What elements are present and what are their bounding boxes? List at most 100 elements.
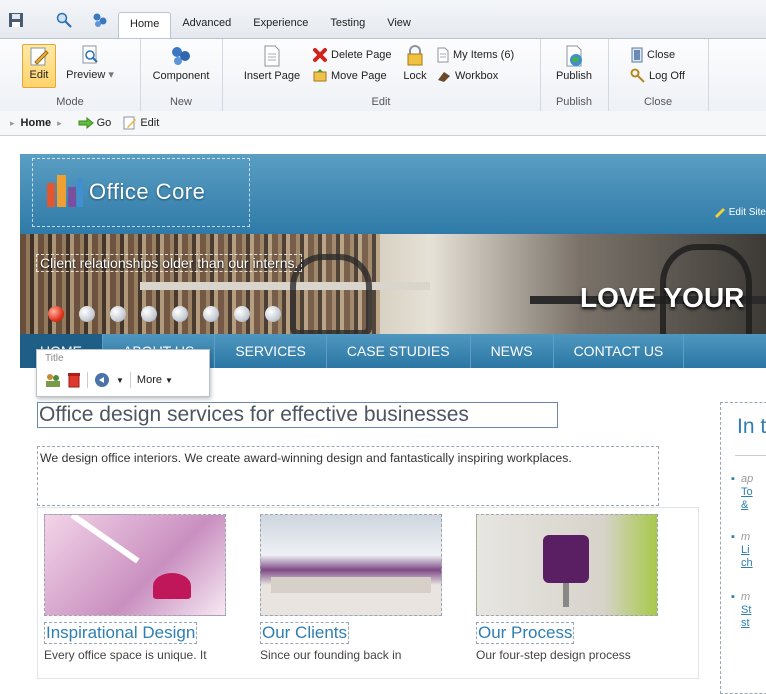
slider-dot[interactable] bbox=[141, 306, 157, 322]
go-button[interactable]: Go bbox=[78, 117, 112, 129]
ribbon: Edit Preview ▾ Mode Component New Insert… bbox=[0, 38, 766, 112]
preview-button[interactable]: Preview ▾ bbox=[62, 44, 118, 81]
logo-icon bbox=[47, 175, 83, 207]
card-image-chair bbox=[543, 535, 589, 583]
card-image[interactable] bbox=[476, 514, 658, 616]
component-button[interactable]: Component bbox=[148, 44, 214, 82]
delete-icon[interactable] bbox=[67, 372, 81, 388]
tab-experience[interactable]: Experience bbox=[242, 12, 319, 38]
slider-dot[interactable] bbox=[110, 306, 126, 322]
sidebar-item-meta: m bbox=[741, 531, 751, 543]
group-label-mode: Mode bbox=[56, 96, 84, 108]
delete-page-button[interactable]: Delete Page bbox=[312, 47, 392, 63]
nav-contact-us[interactable]: CONTACT US bbox=[554, 334, 685, 368]
sidebar-item-link[interactable]: ch bbox=[741, 557, 753, 569]
slider-dot[interactable] bbox=[234, 306, 250, 322]
sidebar-item-link[interactable]: To bbox=[741, 486, 753, 498]
navigate-icon[interactable] bbox=[94, 372, 110, 388]
edit-site-link[interactable]: Edit Site bbox=[714, 206, 766, 218]
chevron-down-icon[interactable]: ▼ bbox=[116, 376, 124, 385]
edit-mode-button[interactable]: Edit bbox=[22, 44, 56, 88]
card-title[interactable]: Our Clients bbox=[260, 622, 350, 644]
insert-page-button[interactable]: Insert Page bbox=[242, 44, 302, 82]
key-icon bbox=[630, 68, 645, 83]
sidebar-item-meta: m bbox=[741, 591, 751, 603]
sidebar-item[interactable]: ▪ m St st bbox=[731, 591, 766, 630]
tab-testing[interactable]: Testing bbox=[319, 12, 376, 38]
lock-button[interactable]: Lock bbox=[400, 44, 430, 82]
users-icon[interactable] bbox=[45, 372, 61, 388]
slider-dot[interactable] bbox=[172, 306, 188, 322]
edit-mode-label: Edit bbox=[29, 69, 49, 81]
edit-item-button[interactable]: Edit bbox=[123, 116, 159, 130]
card-image-stairs bbox=[70, 515, 140, 564]
ribbon-group-edit: Insert Page Delete Page Move Page Lock M… bbox=[222, 39, 541, 111]
sidebar-item-link[interactable]: Li bbox=[741, 544, 750, 556]
ribbon-group-publish: Publish Publish bbox=[540, 39, 609, 111]
lock-icon bbox=[407, 45, 423, 66]
workbox-button[interactable]: Workbox bbox=[436, 68, 498, 84]
card-text: Our four-step design process bbox=[476, 648, 631, 662]
card-title[interactable]: Inspirational Design bbox=[44, 622, 198, 644]
component-icon[interactable] bbox=[92, 12, 108, 28]
tab-advanced[interactable]: Advanced bbox=[171, 12, 242, 38]
pencil-icon bbox=[714, 208, 725, 218]
logo-placeholder[interactable]: Office Core bbox=[32, 158, 250, 227]
slider-dot[interactable] bbox=[203, 306, 219, 322]
sidebar-item-link[interactable]: st bbox=[741, 617, 750, 629]
more-button[interactable]: More ▼ bbox=[137, 374, 173, 386]
log-off-button[interactable]: Log Off bbox=[630, 68, 685, 84]
preview-icon bbox=[82, 45, 98, 64]
banner-tagline[interactable]: Client relationships older than our inte… bbox=[36, 254, 303, 272]
slider-dot[interactable] bbox=[79, 306, 95, 322]
logo-text: Office Core bbox=[89, 179, 206, 204]
ribbon-group-mode: Edit Preview ▾ Mode bbox=[0, 39, 141, 111]
banner-headline: LOVE YOUR bbox=[580, 282, 745, 313]
tab-home[interactable]: Home bbox=[118, 12, 172, 39]
nav-case-studies[interactable]: CASE STUDIES bbox=[327, 334, 471, 368]
sidebar-item-link[interactable]: St bbox=[741, 604, 751, 616]
delete-icon bbox=[313, 48, 327, 62]
edit-icon bbox=[123, 116, 137, 130]
workbox-label: Workbox bbox=[455, 70, 499, 82]
chrome-field-label: Title bbox=[45, 353, 64, 364]
group-label-edit: Edit bbox=[371, 96, 391, 108]
move-page-button[interactable]: Move Page bbox=[312, 68, 387, 84]
hero-banner: Client relationships older than our inte… bbox=[20, 234, 766, 334]
sidebar-item[interactable]: ▪ ap To & bbox=[731, 473, 766, 512]
card-image[interactable] bbox=[260, 514, 442, 616]
more-label: More bbox=[136, 374, 162, 386]
toolbar-divider bbox=[129, 372, 131, 388]
group-label-new: New bbox=[169, 96, 192, 108]
sidebar-item[interactable]: ▪ m Li ch bbox=[731, 531, 766, 570]
sidebar-widget[interactable]: In t ▪ ap To & ▪ m Li ch ▪ m St st bbox=[720, 402, 766, 694]
site-header: Office Core Edit Site bbox=[20, 154, 766, 234]
card-image-chair-leg bbox=[563, 583, 569, 607]
search-icon[interactable] bbox=[56, 12, 72, 28]
card-image[interactable] bbox=[44, 514, 226, 616]
close-button[interactable]: Close bbox=[630, 47, 675, 63]
group-label-publish: Publish bbox=[555, 96, 593, 108]
save-icon[interactable] bbox=[8, 12, 24, 28]
nav-news[interactable]: NEWS bbox=[471, 334, 554, 368]
publish-button[interactable]: Publish bbox=[552, 44, 596, 82]
slider-dot[interactable] bbox=[265, 306, 281, 322]
intro-field[interactable]: We design office interiors. We create aw… bbox=[37, 446, 659, 506]
publish-label: Publish bbox=[555, 70, 593, 82]
tab-view[interactable]: View bbox=[376, 12, 422, 38]
pencil-icon bbox=[30, 47, 49, 66]
log-off-label: Log Off bbox=[649, 70, 685, 82]
address-bar: ▸ Home ▸ Go Edit bbox=[0, 111, 766, 136]
delete-page-label: Delete Page bbox=[331, 49, 392, 61]
slider-dot[interactable] bbox=[48, 306, 64, 322]
my-items-button[interactable]: My Items (6) bbox=[436, 47, 514, 63]
card-text: Since our founding back in bbox=[260, 648, 402, 662]
close-icon bbox=[631, 47, 643, 63]
sidebar-item-link[interactable]: & bbox=[741, 499, 748, 511]
page-title[interactable]: Office design services for effective bus… bbox=[37, 402, 558, 428]
card-title[interactable]: Our Process bbox=[476, 622, 575, 644]
breadcrumb-home[interactable]: Home bbox=[21, 117, 52, 129]
nav-services[interactable]: SERVICES bbox=[215, 334, 327, 368]
card-text: Every office space is unique. It bbox=[44, 648, 207, 662]
go-label: Go bbox=[96, 117, 112, 129]
